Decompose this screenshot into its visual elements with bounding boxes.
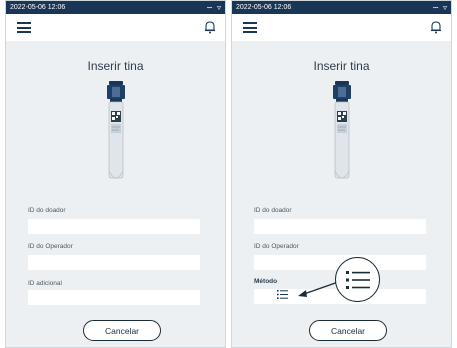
- status-bar: 2022-05-06 12:06 ∽ ▿: [232, 1, 451, 14]
- list-icon[interactable]: [277, 290, 288, 299]
- additional-id-label: ID adicional: [28, 280, 62, 287]
- phone-screen-left: 2022-05-06 12:06 ∽ ▿ Inserir tina ID do …: [5, 0, 226, 348]
- operator-id-label: ID do Operador: [28, 243, 73, 250]
- status-icons: ∽ ▿: [432, 1, 447, 14]
- test-tube-image: [107, 81, 125, 179]
- donor-id-field[interactable]: [254, 219, 426, 234]
- app-bar: [6, 14, 225, 41]
- list-icon: [345, 270, 370, 289]
- donor-id-field[interactable]: [28, 219, 200, 234]
- content-area: Inserir tina ID do doador ID do Operador…: [232, 41, 451, 347]
- phone-screen-right: 2022-05-06 12:06 ∽ ▿ Inserir tina ID do …: [231, 0, 452, 348]
- hamburger-menu-icon[interactable]: [243, 22, 257, 33]
- status-time: 2022-05-06 12:06: [10, 4, 66, 11]
- signal-icon: ▿: [442, 3, 447, 12]
- app-bar: [232, 14, 451, 41]
- cancel-button[interactable]: Cancelar: [309, 320, 387, 341]
- operator-id-field[interactable]: [28, 255, 200, 270]
- content-area: Inserir tina ID do doador ID do Operador…: [6, 41, 225, 347]
- bell-icon[interactable]: [204, 20, 216, 34]
- cancel-button[interactable]: Cancelar: [83, 320, 161, 341]
- donor-id-label: ID do doador: [28, 207, 66, 214]
- donor-id-label: ID do doador: [254, 207, 292, 214]
- method-label: Método: [254, 278, 278, 285]
- additional-id-field[interactable]: [28, 290, 200, 305]
- page-title: Inserir tina: [87, 59, 144, 73]
- operator-id-label: ID do Operador: [254, 243, 299, 250]
- status-icons: ∽ ▿: [206, 1, 221, 14]
- list-icon-zoom-callout: [335, 257, 380, 302]
- status-time: 2022-05-06 12:06: [236, 4, 292, 11]
- wifi-icon: ∽: [432, 3, 439, 12]
- wifi-icon: ∽: [206, 3, 213, 12]
- hamburger-menu-icon[interactable]: [17, 22, 31, 33]
- status-bar: 2022-05-06 12:06 ∽ ▿: [6, 1, 225, 14]
- test-tube-image: [333, 81, 351, 179]
- signal-icon: ▿: [216, 3, 221, 12]
- page-title: Inserir tina: [313, 59, 370, 73]
- bell-icon[interactable]: [430, 20, 442, 34]
